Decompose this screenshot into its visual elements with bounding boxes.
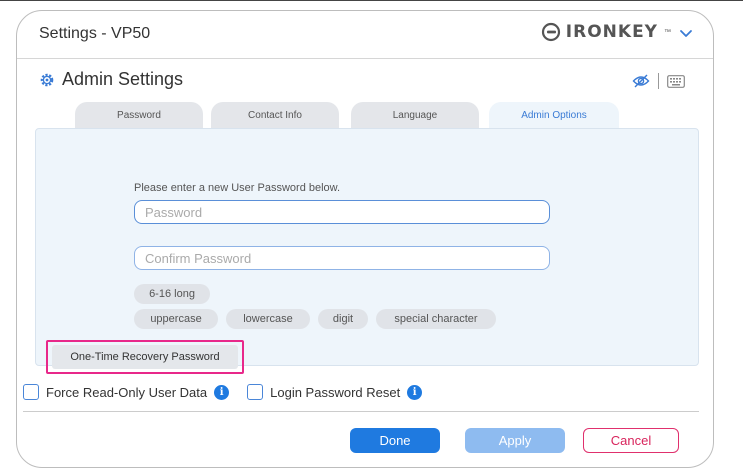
force-read-only-checkbox[interactable] (23, 384, 39, 400)
title-bar: Settings - VP50 IRONKEY ™ (17, 11, 713, 59)
brand-name: IRONKEY (565, 22, 658, 42)
login-password-reset-label: Login Password Reset (270, 384, 401, 400)
settings-window: Settings - VP50 IRONKEY ™ Admin Settings (16, 10, 714, 468)
window-title: Settings - VP50 (39, 25, 151, 42)
footer-divider (23, 411, 699, 412)
tab-language[interactable]: Language (351, 102, 479, 128)
screen-top-border (0, 0, 743, 1)
header-tools (632, 73, 685, 89)
brand-trademark: ™ (664, 28, 671, 36)
tab-password[interactable]: Password (75, 102, 203, 128)
tab-admin-options[interactable]: Admin Options (489, 102, 619, 129)
otrp-highlight: One-Time Recovery Password (46, 340, 244, 374)
section-header: Admin Settings (39, 69, 183, 90)
admin-options-panel: Please enter a new User Password below. … (35, 128, 699, 374)
requirement-length: 6-16 long (134, 284, 210, 304)
ironkey-logo-icon (541, 22, 560, 42)
confirm-password-input[interactable]: Confirm Password (134, 246, 550, 270)
info-icon[interactable]: i (407, 384, 423, 400)
eye-off-icon[interactable] (632, 74, 650, 88)
tab-contact-info[interactable]: Contact Info (211, 102, 339, 128)
options-row: Force Read-Only User Data i Login Passwo… (23, 384, 423, 400)
done-button[interactable]: Done (350, 428, 440, 453)
login-password-reset-checkbox[interactable] (247, 384, 264, 400)
password-input[interactable]: Password (134, 200, 550, 224)
chevron-down-icon[interactable] (677, 24, 695, 42)
requirement-digit: digit (318, 309, 368, 329)
ironkey-logo: IRONKEY ™ (541, 22, 671, 42)
force-read-only-label: Force Read-Only User Data (46, 384, 208, 400)
section-title: Admin Settings (62, 69, 184, 89)
info-icon[interactable]: i (214, 384, 230, 400)
requirement-uppercase: uppercase (134, 309, 218, 329)
requirement-special: special character (376, 309, 496, 329)
cancel-button[interactable]: Cancel (583, 428, 679, 453)
requirement-lowercase: lowercase (226, 309, 310, 329)
password-hint: Please enter a new User Password below. (134, 182, 341, 194)
tool-divider (658, 73, 659, 89)
one-time-recovery-password-button[interactable]: One-Time Recovery Password (52, 345, 238, 369)
keyboard-icon[interactable] (667, 74, 685, 88)
apply-button[interactable]: Apply (465, 428, 565, 453)
gear-icon (40, 73, 54, 86)
